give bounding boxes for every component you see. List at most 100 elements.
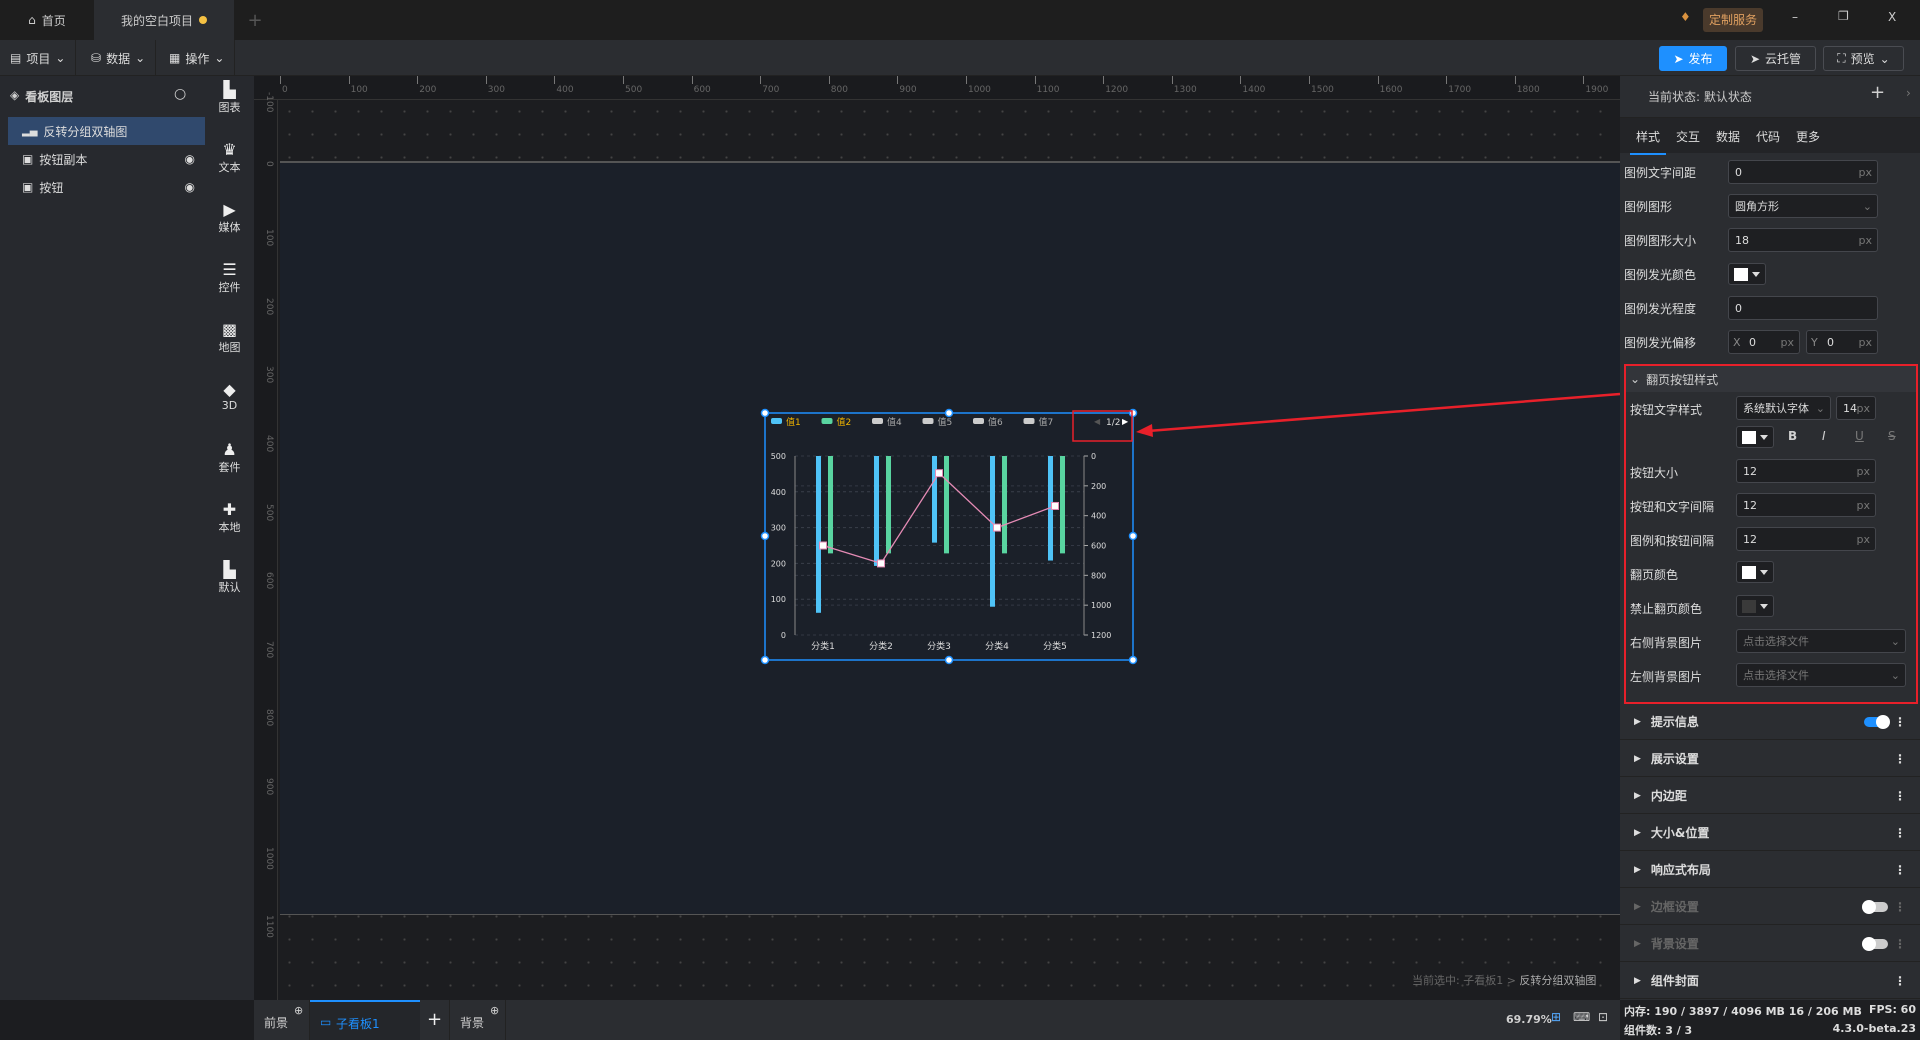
bar-值2[interactable] bbox=[944, 456, 949, 554]
italic-button[interactable]: I bbox=[1822, 429, 1826, 443]
x-offset-input[interactable]: X 0 px bbox=[1728, 330, 1800, 354]
project-menu[interactable]: ▤ 项目 ⌄ bbox=[0, 40, 77, 76]
keyboard-icon[interactable]: ⌨ bbox=[1573, 1010, 1590, 1024]
chevron-right-icon[interactable]: › bbox=[1906, 86, 1911, 100]
collapsed-section[interactable]: ▶ 提示信息 ⋮ bbox=[1620, 704, 1920, 740]
legend-swatch[interactable] bbox=[872, 418, 883, 424]
panel-tab[interactable]: 样式 bbox=[1630, 128, 1667, 155]
more-icon[interactable]: ⋮ bbox=[1894, 789, 1906, 803]
pager-prev-icon[interactable]: ◀ bbox=[1094, 417, 1101, 426]
collapsed-section[interactable]: ▶ 组件封面 ⋮ bbox=[1620, 963, 1920, 999]
property-input[interactable]: 0 px bbox=[1728, 160, 1878, 184]
bar-值1[interactable] bbox=[874, 456, 879, 566]
fit-screen-icon[interactable]: ⊞ bbox=[1551, 1010, 1561, 1024]
more-icon[interactable]: ⋮ bbox=[1894, 974, 1906, 988]
add-circle-icon[interactable]: ⊕ bbox=[490, 1004, 499, 1017]
legend-label[interactable]: 值2 bbox=[837, 416, 852, 428]
component-category[interactable]: ♛ 文本 bbox=[205, 141, 254, 175]
more-icon[interactable]: ⋮ bbox=[1894, 937, 1906, 951]
left-bg-select[interactable]: 点击选择文件 ⌄ bbox=[1736, 663, 1906, 687]
add-circle-icon[interactable]: ⊕ bbox=[294, 1004, 303, 1017]
add-board-button[interactable]: + bbox=[420, 1000, 450, 1040]
page-color-picker[interactable] bbox=[1736, 561, 1774, 583]
more-icon[interactable]: ⋮ bbox=[1894, 752, 1906, 766]
terminal-icon[interactable]: ⊡ bbox=[1598, 1010, 1608, 1024]
line-point[interactable] bbox=[993, 523, 1001, 532]
cloud-host-button[interactable]: ➤ 云托管 bbox=[1735, 46, 1816, 71]
chart-widget[interactable]: 值1 值2 值4 值5 值6 值7 ◀ 1/2 ▶ 0 100 200 300 400 500 0 200 400… bbox=[760, 408, 1140, 666]
more-icon[interactable]: ⋮ bbox=[1894, 715, 1906, 729]
collapsed-section[interactable]: ▶ 内边距 ⋮ bbox=[1620, 778, 1920, 814]
new-tab-button[interactable]: + bbox=[240, 0, 270, 40]
data-menu[interactable]: ⛁ 数据 ⌄ bbox=[81, 40, 157, 76]
visibility-icon[interactable]: ◉ bbox=[185, 180, 195, 194]
button-size-input[interactable]: 12 px bbox=[1736, 459, 1876, 483]
bar-值2[interactable] bbox=[886, 456, 891, 554]
bold-button[interactable]: B bbox=[1788, 429, 1797, 443]
resize-handle[interactable] bbox=[1128, 655, 1138, 665]
pager-section-header[interactable]: ⌄ 翻页按钮样式 bbox=[1626, 366, 1916, 392]
line-point[interactable] bbox=[877, 559, 885, 568]
legend-swatch[interactable] bbox=[771, 418, 782, 424]
collapsed-section[interactable]: ▶ 背景设置 ⋮ bbox=[1620, 926, 1920, 962]
legend-label[interactable]: 值7 bbox=[1039, 416, 1054, 428]
right-bg-select[interactable]: 点击选择文件 ⌄ bbox=[1736, 629, 1906, 653]
property-input[interactable]: 18 px bbox=[1728, 228, 1878, 252]
layer-item[interactable]: ▣ 按钮 ◉ bbox=[8, 173, 205, 201]
line-point[interactable] bbox=[935, 469, 943, 478]
tab-project[interactable]: 我的空白项目 bbox=[94, 0, 234, 40]
line-point[interactable] bbox=[1051, 501, 1059, 510]
operate-menu[interactable]: ▦ 操作 ⌄ bbox=[159, 40, 236, 76]
bar-值2[interactable] bbox=[1060, 456, 1065, 554]
resize-handle[interactable] bbox=[760, 408, 770, 418]
font-color-picker[interactable] bbox=[1736, 426, 1774, 448]
resize-handle[interactable] bbox=[1128, 531, 1138, 541]
component-category[interactable]: ▙ 默认 bbox=[205, 561, 254, 595]
subboard-tab[interactable]: ▭ 子看板1 bbox=[310, 1000, 420, 1040]
more-icon[interactable]: ⋮ bbox=[1894, 900, 1906, 914]
bar-值2[interactable] bbox=[1002, 456, 1007, 554]
collapsed-section[interactable]: ▶ 响应式布局 ⋮ bbox=[1620, 852, 1920, 888]
tab-home[interactable]: ⌂ 首页 bbox=[0, 0, 94, 40]
collapsed-section[interactable]: ▶ 展示设置 ⋮ bbox=[1620, 741, 1920, 777]
bar-值2[interactable] bbox=[828, 456, 833, 554]
button-text-gap-input[interactable]: 12 px bbox=[1736, 493, 1876, 517]
underline-button[interactable]: U bbox=[1855, 429, 1864, 443]
collapsed-section[interactable]: ▶ 边框设置 ⋮ bbox=[1620, 889, 1920, 925]
y-offset-input[interactable]: Y 0 px bbox=[1806, 330, 1878, 354]
legend-swatch[interactable] bbox=[1023, 418, 1035, 424]
legend-swatch[interactable] bbox=[973, 418, 984, 424]
panel-tab[interactable]: 代码 bbox=[1756, 128, 1780, 145]
visibility-icon[interactable]: ◉ bbox=[185, 152, 195, 166]
panel-tab[interactable]: 数据 bbox=[1716, 128, 1740, 145]
more-icon[interactable]: ⋮ bbox=[1894, 826, 1906, 840]
restore-button[interactable]: ❐ bbox=[1838, 9, 1849, 23]
zoom-level[interactable]: 69.79% bbox=[1506, 1013, 1552, 1026]
component-category[interactable]: ▙ 图表 bbox=[205, 81, 254, 115]
bar-值1[interactable] bbox=[932, 456, 937, 543]
layer-item[interactable]: ▣ 按钮副本 ◉ bbox=[8, 145, 205, 173]
section-toggle[interactable] bbox=[1864, 714, 1890, 729]
resize-handle[interactable] bbox=[760, 531, 770, 541]
property-input[interactable]: 圆角方形 ⌄ bbox=[1728, 194, 1878, 218]
resize-handle[interactable] bbox=[944, 408, 954, 418]
publish-button[interactable]: ➤ 发布 bbox=[1659, 46, 1727, 71]
close-button[interactable]: X bbox=[1888, 10, 1896, 24]
foreground-tab[interactable]: 前景 ⊕ bbox=[254, 1000, 310, 1040]
panel-tab[interactable]: 更多 bbox=[1796, 128, 1820, 145]
component-category[interactable]: ▶ 媒体 bbox=[205, 201, 254, 235]
panel-tab[interactable]: 交互 bbox=[1676, 128, 1700, 145]
custom-service-button[interactable]: 定制服务 bbox=[1703, 8, 1764, 32]
property-input[interactable]: 0 bbox=[1728, 296, 1878, 320]
search-icon[interactable]: ○ bbox=[174, 86, 186, 102]
section-toggle[interactable] bbox=[1862, 936, 1888, 951]
component-category[interactable]: ♟ 套件 bbox=[205, 441, 254, 475]
more-icon[interactable]: ⋮ bbox=[1894, 863, 1906, 877]
legend-button-gap-input[interactable]: 12 px bbox=[1736, 527, 1876, 551]
legend-label[interactable]: 值6 bbox=[988, 416, 1003, 428]
resize-handle[interactable] bbox=[944, 655, 954, 665]
legend-label[interactable]: 值5 bbox=[938, 416, 953, 428]
font-size-input[interactable]: 14 px bbox=[1836, 396, 1876, 420]
collapsed-section[interactable]: ▶ 大小&位置 ⋮ bbox=[1620, 815, 1920, 851]
line-point[interactable] bbox=[819, 541, 827, 550]
